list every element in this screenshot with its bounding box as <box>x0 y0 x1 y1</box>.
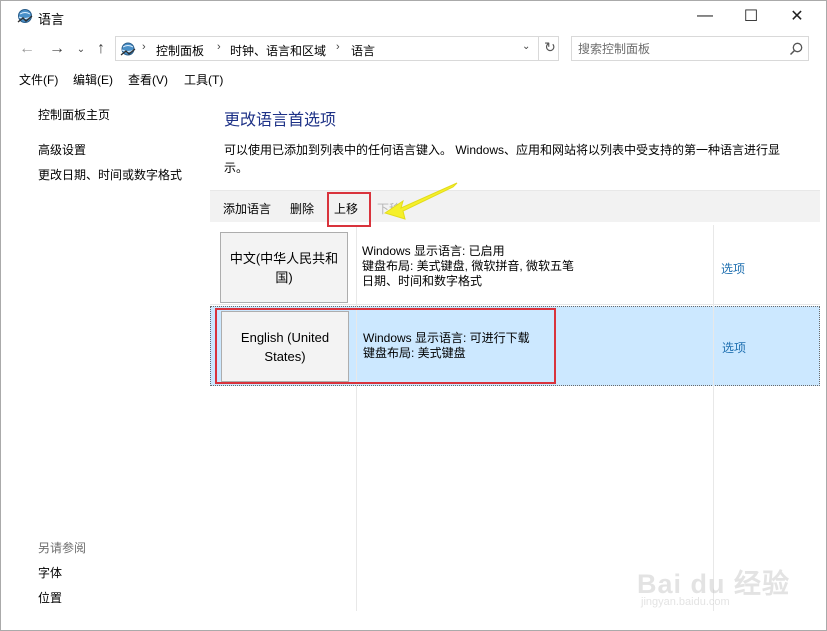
page-title: 更改语言首选项 <box>224 112 337 129</box>
see-also-fonts[interactable]: 字体 <box>38 564 62 581</box>
display-language-status: Windows 显示语言: 已启用 <box>362 244 505 258</box>
language-toolbar: 添加语言 删除 上移 下移 <box>210 190 820 222</box>
breadcrumb-language[interactable]: 语言 <box>351 42 375 59</box>
baidu-watermark: Bai du 经验 jingyan.baidu.com <box>637 546 789 618</box>
language-name-chinese[interactable]: 中文(中华人民共和国) <box>220 232 348 303</box>
breadcrumb-separator: › <box>336 41 340 53</box>
close-button[interactable]: ✕ <box>774 1 820 31</box>
options-link-chinese[interactable]: 选项 <box>721 260 745 277</box>
menu-tools[interactable]: 工具(T) <box>184 71 223 88</box>
minimize-button[interactable]: — <box>682 1 728 31</box>
breadcrumb-control-panel[interactable]: 控制面板 <box>156 42 204 59</box>
sidebar-control-panel-home[interactable]: 控制面板主页 <box>38 106 110 123</box>
sidebar-change-date-time-format[interactable]: 更改日期、时间或数字格式 <box>38 166 182 183</box>
control-panel-globe-icon <box>17 9 33 23</box>
breadcrumb-separator: › <box>142 41 146 53</box>
address-divider <box>538 37 539 60</box>
keyboard-layout: 键盘布局: 美式键盘, 微软拼音, 微软五笔 <box>362 259 575 273</box>
see-also-heading: 另请参阅 <box>38 541 87 555</box>
up-arrow-icon[interactable]: ↑ <box>91 38 111 60</box>
menu-edit[interactable]: 编辑(E) <box>73 71 113 88</box>
title-bar: 语言 — ☐ ✕ <box>1 1 826 32</box>
see-also-location[interactable]: 位置 <box>38 589 62 606</box>
menu-file[interactable]: 文件(F) <box>19 71 58 88</box>
recent-locations-chevron-icon[interactable]: ⌄ <box>71 38 91 60</box>
options-link-english[interactable]: 选项 <box>722 339 746 356</box>
english-row-highlight-box <box>215 308 556 384</box>
language-details-chinese: Windows 显示语言: 已启用 键盘布局: 美式键盘, 微软拼音, 微软五笔… <box>362 244 574 289</box>
page-description: 可以使用已添加到列表中的任何语言键入。 Windows、应用和网站将以列表中受支… <box>224 143 781 175</box>
watermark-url: jingyan.baidu.com <box>641 596 730 608</box>
breadcrumb-separator: › <box>217 41 221 53</box>
search-box[interactable] <box>571 36 809 61</box>
window-title: 语言 <box>38 12 65 27</box>
refresh-icon[interactable]: ↻ <box>542 39 558 56</box>
control-panel-globe-icon <box>120 42 136 56</box>
menu-bar: 文件(F) 编辑(E) 查看(V) 工具(T) <box>1 68 826 88</box>
address-dropdown-icon[interactable]: ⌄ <box>522 41 530 52</box>
back-arrow-icon[interactable]: ← <box>17 38 37 60</box>
search-input[interactable] <box>578 41 778 57</box>
sidebar-advanced-settings[interactable]: 高级设置 <box>38 141 86 158</box>
date-time-format: 日期、时间和数字格式 <box>362 274 483 288</box>
forward-arrow-icon[interactable]: → <box>47 38 67 60</box>
annotation-arrow-icon <box>383 182 458 220</box>
column-divider <box>356 225 357 611</box>
move-up-highlight-box <box>327 192 371 227</box>
navigation-bar: ← → ⌄ ↑ › 控制面板 › 时钟、语言和区域 › 语言 ⌄ ↻ <box>1 34 826 64</box>
search-icon[interactable] <box>788 41 804 57</box>
maximize-button[interactable]: ☐ <box>728 1 774 31</box>
address-bar[interactable]: › 控制面板 › 时钟、语言和区域 › 语言 ⌄ ↻ <box>115 36 559 61</box>
menu-view[interactable]: 查看(V) <box>128 71 168 88</box>
language-window: 语言 — ☐ ✕ ← → ⌄ ↑ › 控制面板 › 时钟、语言和区域 › 语言 … <box>0 0 827 631</box>
remove-button[interactable]: 删除 <box>290 200 314 217</box>
language-row-chinese[interactable]: 中文(中华人民共和国) Windows 显示语言: 已启用 键盘布局: 美式键盘… <box>210 225 820 305</box>
breadcrumb-clock-language-region[interactable]: 时钟、语言和区域 <box>230 42 326 59</box>
add-language-button[interactable]: 添加语言 <box>223 200 271 217</box>
